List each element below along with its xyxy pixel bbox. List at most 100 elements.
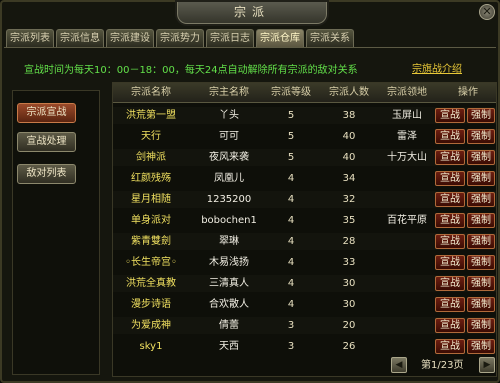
table-row: 红颜残殇 凤凰儿 4 34 宣战 强制 bbox=[113, 170, 496, 187]
force-war-row-button[interactable]: 强制 bbox=[467, 339, 495, 354]
war-handling-button[interactable]: 宣战处理 bbox=[17, 132, 76, 152]
declare-war-row-button[interactable]: 宣战 bbox=[435, 171, 465, 186]
guild-members-cell: 34 bbox=[342, 173, 356, 184]
tab-guild-build[interactable]: 宗派建设 bbox=[106, 29, 154, 47]
guild-level-cell: 3 bbox=[287, 320, 295, 331]
guild-name-cell: 为爱成神 bbox=[131, 320, 171, 331]
guild-name-cell: 天行 bbox=[141, 131, 161, 142]
guild-level-cell: 4 bbox=[287, 257, 295, 268]
guild-name-cell: 单身派对 bbox=[131, 215, 171, 226]
guild-table: 宗派名称 宗主名称 宗派等级 宗派人数 宗派领地 操作 洪荒第一盟 丫头 5 38 玉屏… bbox=[112, 82, 497, 377]
guild-members-cell: 32 bbox=[342, 194, 356, 205]
declare-war-row-button[interactable]: 宣战 bbox=[435, 192, 465, 207]
force-war-row-button[interactable]: 强制 bbox=[467, 108, 495, 123]
table-header: 宗派名称 宗主名称 宗派等级 宗派人数 宗派领地 操作 bbox=[113, 83, 496, 103]
guild-level-cell: 4 bbox=[287, 194, 295, 205]
guild-name-cell: 星月相随 bbox=[131, 194, 171, 205]
declare-war-row-button[interactable]: 宣战 bbox=[435, 234, 465, 249]
header-leader-name: 宗主名称 bbox=[209, 87, 249, 98]
force-war-row-button[interactable]: 强制 bbox=[467, 192, 495, 207]
declare-war-row-button[interactable]: 宣战 bbox=[435, 297, 465, 312]
guild-members-cell: 40 bbox=[342, 131, 356, 142]
guild-name-cell: 紫青雙劍 bbox=[131, 236, 171, 247]
leader-name-cell: 丫头 bbox=[219, 110, 239, 121]
guild-name-cell: 漫步诗语 bbox=[131, 299, 171, 310]
table-row: 洪荒全真教 三清真人 4 30 宣战 强制 bbox=[113, 275, 496, 292]
triangle-left-icon[interactable]: ◀ bbox=[391, 357, 407, 373]
force-war-row-button[interactable]: 强制 bbox=[467, 129, 495, 144]
table-row: 紫青雙劍 翠琳 4 28 宣战 强制 bbox=[113, 233, 496, 250]
declare-war-row-button[interactable]: 宣战 bbox=[435, 339, 465, 354]
tab-guild-power[interactable]: 宗派势力 bbox=[156, 29, 204, 47]
guild-territory-cell: 玉屏山 bbox=[392, 110, 422, 121]
force-war-row-button[interactable]: 强制 bbox=[467, 150, 495, 165]
guild-members-cell: 38 bbox=[342, 110, 356, 121]
enemy-list-button[interactable]: 敌对列表 bbox=[17, 164, 76, 184]
guild-name-cell: 洪荒第一盟 bbox=[126, 110, 176, 121]
leader-name-cell: 可可 bbox=[219, 131, 239, 142]
force-war-row-button[interactable]: 强制 bbox=[467, 318, 495, 333]
guild-members-cell: 35 bbox=[342, 215, 356, 226]
guild-level-cell: 3 bbox=[287, 341, 295, 352]
guild-territory-cell: 十万大山 bbox=[387, 152, 427, 163]
force-war-row-button[interactable]: 强制 bbox=[467, 171, 495, 186]
guild-territory-cell: 雷泽 bbox=[397, 131, 417, 142]
guild-level-cell: 4 bbox=[287, 215, 295, 226]
guild-level-cell: 4 bbox=[287, 236, 295, 247]
declare-war-row-button[interactable]: 宣战 bbox=[435, 213, 465, 228]
guild-name-cell: 剑神派 bbox=[136, 152, 166, 163]
declare-war-row-button[interactable]: 宣战 bbox=[435, 108, 465, 123]
window-title-plate: 宗派 bbox=[177, 2, 327, 24]
tab-guild-list[interactable]: 宗派列表 bbox=[6, 29, 54, 47]
guild-territory-cell: 百花平原 bbox=[387, 215, 427, 226]
triangle-right-icon[interactable]: ▶ bbox=[479, 357, 495, 373]
table-row: sky1 天西 3 26 宣战 强制 bbox=[113, 338, 496, 355]
force-war-row-button[interactable]: 强制 bbox=[467, 276, 495, 291]
guild-members-cell: 30 bbox=[342, 299, 356, 310]
table-row: 单身派对 bobochen1 4 35 百花平原 宣战 强制 bbox=[113, 212, 496, 229]
guild-name-cell: sky1 bbox=[139, 341, 163, 352]
declare-war-row-button[interactable]: 宣战 bbox=[435, 150, 465, 165]
header-guild-territory: 宗派领地 bbox=[387, 87, 427, 98]
tab-divider bbox=[4, 47, 496, 48]
leader-name-cell: 凤凰儿 bbox=[214, 173, 244, 184]
tab-guild-log[interactable]: 宗派日志 bbox=[206, 29, 254, 47]
tab-guild-relations[interactable]: 宗派关系 bbox=[306, 29, 354, 47]
table-row: 天行 可可 5 40 雷泽 宣战 强制 bbox=[113, 128, 496, 145]
declare-war-button[interactable]: 宗派宣战 bbox=[17, 103, 76, 123]
guild-name-cell: 红颜残殇 bbox=[131, 173, 171, 184]
guild-level-cell: 5 bbox=[287, 152, 295, 163]
declare-war-row-button[interactable]: 宣战 bbox=[435, 129, 465, 144]
header-guild-level: 宗派等级 bbox=[271, 87, 311, 98]
leader-name-cell: 合欢散人 bbox=[209, 299, 249, 310]
force-war-row-button[interactable]: 强制 bbox=[467, 234, 495, 249]
leader-name-cell: 木易浅扬 bbox=[209, 257, 249, 268]
declare-war-row-button[interactable]: 宣战 bbox=[435, 255, 465, 270]
guild-members-cell: 40 bbox=[342, 152, 356, 163]
guild-level-cell: 4 bbox=[287, 173, 295, 184]
declare-war-row-button[interactable]: 宣战 bbox=[435, 318, 465, 333]
leader-name-cell: 三清真人 bbox=[209, 278, 249, 289]
force-war-row-button[interactable]: 强制 bbox=[467, 297, 495, 312]
table-row: 为爱成神 倩蕾 3 20 宣战 强制 bbox=[113, 317, 496, 334]
guild-level-cell: 4 bbox=[287, 278, 295, 289]
table-row: 洪荒第一盟 丫头 5 38 玉屏山 宣战 强制 bbox=[113, 107, 496, 124]
leader-name-cell: 夜风来袭 bbox=[209, 152, 249, 163]
force-war-row-button[interactable]: 强制 bbox=[467, 255, 495, 270]
flag-war-intro-link[interactable]: 宗旗战介绍 bbox=[412, 60, 462, 75]
guild-members-cell: 28 bbox=[342, 236, 356, 247]
close-icon[interactable]: ✕ bbox=[479, 4, 495, 20]
guild-window: 宗派 ✕ 宗派列表 宗派信息 宗派建设 宗派势力 宗派日志 宗派仓库 宗派关系 … bbox=[0, 0, 500, 383]
guild-level-cell: 5 bbox=[287, 110, 295, 121]
force-war-row-button[interactable]: 强制 bbox=[467, 213, 495, 228]
tab-bar: 宗派列表 宗派信息 宗派建设 宗派势力 宗派日志 宗派仓库 宗派关系 bbox=[6, 29, 356, 47]
declare-war-row-button[interactable]: 宣战 bbox=[435, 276, 465, 291]
tab-guild-info[interactable]: 宗派信息 bbox=[56, 29, 104, 47]
table-row: 剑神派 夜风来袭 5 40 十万大山 宣战 强制 bbox=[113, 149, 496, 166]
header-guild-members: 宗派人数 bbox=[329, 87, 369, 98]
tab-guild-warehouse[interactable]: 宗派仓库 bbox=[256, 29, 304, 47]
leader-name-cell: 倩蕾 bbox=[219, 320, 239, 331]
table-row: ◦长生帝宫◦ 木易浅扬 4 33 宣战 强制 bbox=[113, 254, 496, 271]
guild-level-cell: 5 bbox=[287, 131, 295, 142]
guild-members-cell: 33 bbox=[342, 257, 356, 268]
